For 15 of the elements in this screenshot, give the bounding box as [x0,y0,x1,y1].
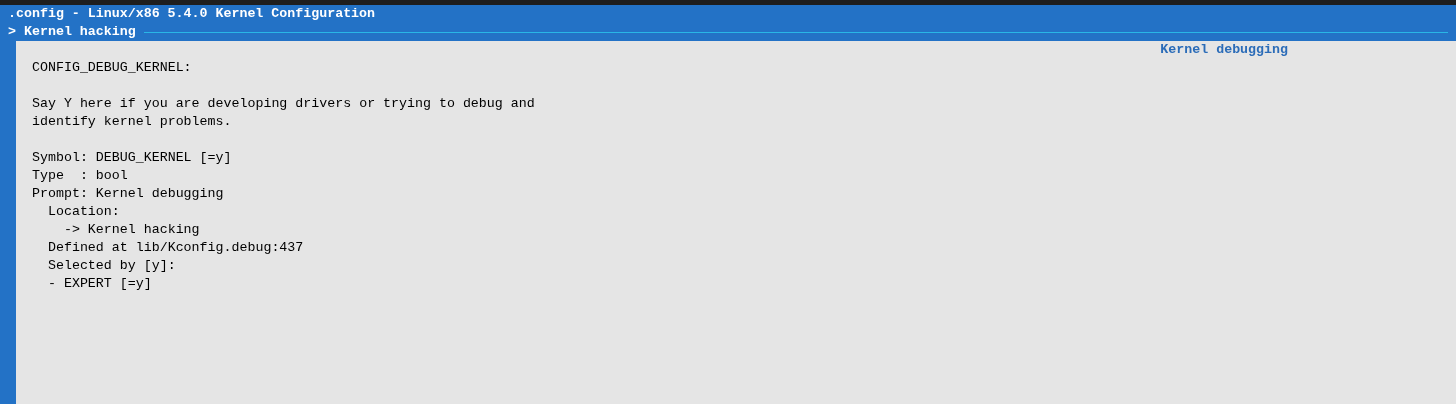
help-text-line: Type : bool [32,167,128,185]
panel-title: Kernel debugging [1160,41,1288,59]
help-text-line: identify kernel problems. [32,113,232,131]
help-text-line: Say Y here if you are developing drivers or trying to debug and [32,95,535,113]
help-text-line: -> Kernel hacking [62,221,200,239]
help-text-line: Selected by [y]: [46,257,176,275]
window-title: .config - Linux/x86 5.4.0 Kernel Configuration [7,5,377,23]
help-text-line: CONFIG_DEBUG_KERNEL: [32,59,192,77]
breadcrumb-marker: > [8,23,16,41]
help-text-line: Defined at lib/Kconfig.debug:437 [46,239,304,257]
help-text-line: Prompt: Kernel debugging [32,185,224,203]
help-text-line: Symbol: DEBUG_KERNEL [=y] [32,149,232,167]
help-text-line: Location: [46,203,120,221]
help-text-line: - EXPERT [=y] [46,275,152,293]
breadcrumb: Kernel hacking [24,23,136,41]
